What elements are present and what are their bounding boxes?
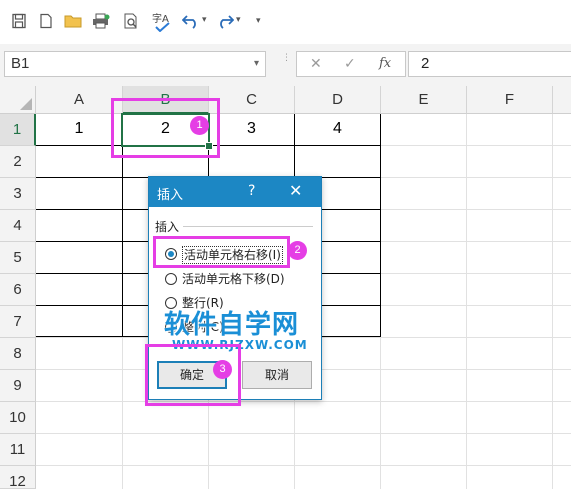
cell-d1[interactable]: 4 [295,114,380,146]
formula-buttons: ✕ ✓ fx [296,51,406,77]
quick-access-toolbar: 字A ▾ ▾ ▾ [0,0,571,44]
column-header-d[interactable]: D [295,86,381,114]
step-badge-3: 3 [213,360,232,379]
watermark-title: 软件自学网 [164,310,300,340]
row-header-12[interactable]: 12 [0,466,36,490]
insert-function-icon[interactable]: fx [379,52,391,76]
row-header-4[interactable]: 4 [0,210,36,242]
select-all-corner[interactable] [0,86,36,114]
row-header-7[interactable]: 7 [0,306,36,338]
column-header-f[interactable]: F [467,86,553,114]
dialog-title: 插入 [157,188,184,203]
column-header-a[interactable]: A [36,86,123,114]
redo-icon[interactable] [214,10,236,32]
new-file-icon[interactable] [35,10,57,32]
cancel-icon[interactable]: ✕ [310,52,322,76]
group-divider [183,226,313,227]
step-badge-2: 2 [288,241,307,260]
gridline [552,114,553,489]
chevron-down-icon[interactable]: ▾ [254,52,259,76]
spellcheck-icon[interactable]: 字A [150,10,176,32]
group-label: 插入 [155,220,180,234]
help-icon[interactable]: ? [248,183,255,199]
formula-input[interactable]: 2 [408,51,571,77]
row-header-10[interactable]: 10 [0,402,36,434]
column-header-c[interactable]: C [209,86,295,114]
print-preview-icon[interactable] [120,10,142,32]
undo-dropdown-icon[interactable]: ▾ [202,15,207,25]
step-badge-1: 1 [190,116,209,135]
row-header-11[interactable]: 11 [0,434,36,466]
cell-c1[interactable]: 3 [209,114,294,146]
cancel-button[interactable]: 取消 [242,361,312,389]
row-header-5[interactable]: 5 [0,242,36,274]
dialog-titlebar[interactable]: 插入 ? ✕ [149,177,321,207]
redo-dropdown-icon[interactable]: ▾ [236,15,241,25]
enter-icon[interactable]: ✓ [344,52,356,76]
print-icon[interactable] [90,10,112,32]
open-folder-icon[interactable] [62,10,84,32]
gridline [36,433,571,434]
row-header-9[interactable]: 9 [0,370,36,402]
row-header-1[interactable]: 1 [0,114,36,146]
row-header-2[interactable]: 2 [0,146,36,178]
row-header-3[interactable]: 3 [0,178,36,210]
column-header-e[interactable]: E [381,86,467,114]
save-icon[interactable] [8,10,30,32]
highlight-box-2 [153,236,290,268]
cell-a1[interactable]: 1 [36,114,122,146]
splitter-handle[interactable]: ⋮ [282,54,291,63]
formula-bar: B1 ▾ ⋮ ✕ ✓ fx 2 [0,44,571,86]
gridline [36,465,571,466]
gridline [466,114,467,489]
table-border [380,114,381,337]
customize-icon[interactable]: ▾ [256,16,261,26]
row-header-6[interactable]: 6 [0,274,36,306]
row-header-8[interactable]: 8 [0,338,36,370]
name-box-value: B1 [11,55,30,72]
name-box[interactable]: B1 ▾ [4,51,266,77]
gridline [36,401,571,402]
radio-unselected[interactable] [165,273,177,285]
column-header-g[interactable] [553,86,571,114]
close-icon[interactable]: ✕ [289,181,302,200]
undo-icon[interactable] [180,10,202,32]
